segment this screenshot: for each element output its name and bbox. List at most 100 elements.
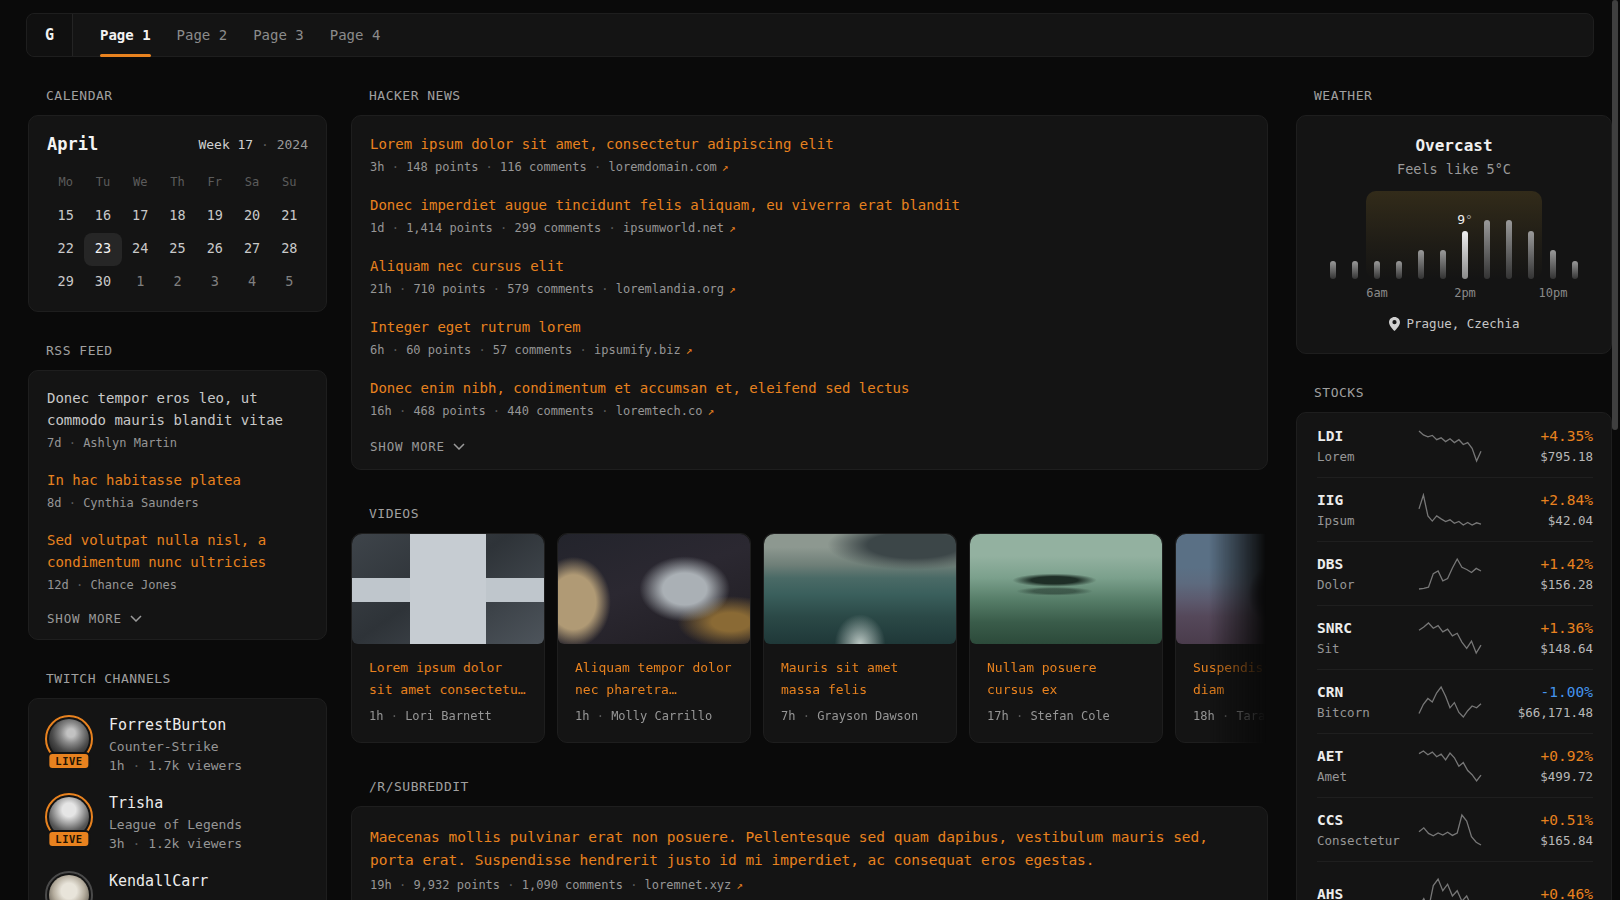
video-title[interactable]: Aliquam tempor dolor nec pharetra… (575, 657, 733, 701)
location-pin-icon (1389, 317, 1400, 331)
channel-name[interactable]: ForrestBurton (109, 715, 242, 735)
stock-change: +0.51% (1483, 811, 1593, 830)
hacker-news-widget: Lorem ipsum dolor sit amet, consectetur … (351, 115, 1268, 470)
avatar-image (49, 875, 89, 900)
rss-item-meta: 8d · Cynthia Saunders (47, 493, 308, 513)
page-tabs: Page 1 Page 2 Page 3 Page 4 (73, 14, 406, 56)
calendar-day[interactable]: 5 (271, 266, 308, 299)
stock-row[interactable]: IIGIpsum+2.84%$42.04 (1317, 477, 1593, 541)
live-badge: LIVE (47, 830, 90, 848)
calendar-day[interactable]: 26 (196, 233, 233, 266)
rss-item-title[interactable]: In hac habitasse platea (47, 469, 308, 491)
rss-item-meta: 12d · Chance Jones (47, 575, 308, 595)
reddit-post-meta: 19h · 9,932 points · 1,090 comments · lo… (370, 875, 1249, 896)
channel-viewers: 3h · 1.2k viewers (109, 834, 242, 853)
current-temp: 9° (1457, 212, 1473, 227)
channel-game: Counter-Strike (109, 737, 242, 756)
video-title[interactable]: Lorem ipsum dolor sit amet consectetu… (369, 657, 527, 701)
weekday-label: We (122, 170, 159, 198)
stock-row[interactable]: SNRCSit+1.36%$148.64 (1317, 605, 1593, 669)
calendar-day[interactable]: 16 (84, 200, 121, 233)
hn-item-meta: 3h · 148 points · 116 comments · loremdo… (370, 157, 1249, 178)
hn-item-title[interactable]: Integer eget rutrum lorem (370, 317, 1249, 338)
channel-name[interactable]: Trisha (109, 793, 242, 813)
avatar: LIVE (45, 793, 93, 841)
chevron-down-icon (453, 443, 465, 450)
twitch-widget: LIVEForrestBurtonCounter-Strike1h · 1.7k… (28, 698, 327, 900)
hn-item: Integer eget rutrum lorem6h · 60 points … (370, 317, 1249, 361)
weekday-label: Fr (196, 170, 233, 198)
calendar-day[interactable]: 25 (159, 233, 196, 266)
hn-item-meta: 6h · 60 points · 57 comments · ipsumify.… (370, 340, 1249, 361)
tab-page-2[interactable]: Page 2 (177, 14, 228, 56)
calendar-day[interactable]: 2 (159, 266, 196, 299)
video-card[interactable]: Lorem ipsum dolor sit amet consectetu… 1h… (351, 533, 545, 743)
reddit-post-title[interactable]: Maecenas mollis pulvinar erat non posuer… (370, 826, 1249, 872)
channel-name[interactable]: KendallCarr (109, 871, 208, 891)
calendar-section-label: CALENDAR (28, 89, 327, 102)
stock-row[interactable]: CRNBitcorn-1.00%$66,171.48 (1317, 669, 1593, 733)
scrollbar-thumb[interactable] (1612, 0, 1618, 430)
weather-condition: Overcast (1317, 136, 1591, 155)
video-title[interactable]: Nullam posuere cursus ex (987, 657, 1145, 701)
calendar-day[interactable]: 20 (233, 200, 270, 233)
video-title[interactable]: Mauris sit amet massa felis (781, 657, 939, 701)
twitch-channel[interactable]: LIVE Trisha League of Legends3h · 1.2k vie… (45, 793, 310, 853)
calendar-day[interactable]: 4 (233, 266, 270, 299)
stock-row[interactable]: AETAmet+0.92%$499.72 (1317, 733, 1593, 797)
calendar-day[interactable]: 18 (159, 200, 196, 233)
calendar-day[interactable]: 15 (47, 200, 84, 233)
stock-row[interactable]: AHS+0.46% (1317, 861, 1593, 900)
calendar-day[interactable]: 21 (271, 200, 308, 233)
twitch-channel[interactable]: KendallCarr (45, 871, 310, 900)
stock-row[interactable]: DBSDolor+1.42%$156.28 (1317, 541, 1593, 605)
weather-location[interactable]: Prague, Czechia (1317, 316, 1591, 331)
rss-show-more[interactable]: SHOW MORE (47, 611, 308, 626)
stock-ticker: IIG (1317, 491, 1417, 510)
video-title[interactable]: Suspendisse diam (1193, 657, 1268, 701)
calendar-day[interactable]: 1 (122, 266, 159, 299)
hn-item-title[interactable]: Lorem ipsum dolor sit amet, consectetur … (370, 134, 1249, 155)
hn-show-more[interactable]: SHOW MORE (370, 439, 1249, 454)
calendar-day[interactable]: 27 (233, 233, 270, 266)
app-logo[interactable]: G (27, 14, 73, 56)
stock-price: $499.72 (1483, 768, 1593, 785)
stock-name: Ipsum (1317, 512, 1417, 529)
calendar-day[interactable]: 24 (122, 233, 159, 266)
video-card[interactable]: Aliquam tempor dolor nec pharetra…1h · M… (557, 533, 751, 743)
calendar-day[interactable]: 28 (271, 233, 308, 266)
calendar-day[interactable]: 22 (47, 233, 84, 266)
hn-item-meta: 16h · 468 points · 440 comments · loremt… (370, 401, 1249, 422)
weekday-label: Su (271, 170, 308, 198)
tab-page-3[interactable]: Page 3 (253, 14, 304, 56)
calendar-day[interactable]: 30 (84, 266, 121, 299)
stock-row[interactable]: CCSConsectetur+0.51%$165.84 (1317, 797, 1593, 861)
hn-item-title[interactable]: Donec imperdiet augue tincidunt felis al… (370, 195, 1249, 216)
video-meta: 1h · Lori Barnett (369, 706, 527, 726)
top-bar: G Page 1 Page 2 Page 3 Page 4 (26, 13, 1594, 57)
twitch-channel[interactable]: LIVEForrestBurtonCounter-Strike1h · 1.7k… (45, 715, 310, 775)
tab-page-4[interactable]: Page 4 (330, 14, 381, 56)
calendar-day[interactable]: 23 (84, 233, 121, 266)
calendar-day[interactable]: 3 (196, 266, 233, 299)
channel-game: League of Legends (109, 815, 242, 834)
hn-items: Lorem ipsum dolor sit amet, consectetur … (370, 134, 1249, 422)
video-card[interactable]: Suspendisse diam18h · Tara (1175, 533, 1268, 743)
stock-sparkline (1417, 749, 1483, 783)
tab-page-1[interactable]: Page 1 (100, 14, 151, 56)
hn-item-title[interactable]: Donec enim nibh, condimentum et accumsan… (370, 378, 1249, 399)
live-badge: LIVE (47, 752, 90, 770)
hn-section-label: HACKER NEWS (351, 89, 1268, 102)
hn-item-title[interactable]: Aliquam nec cursus elit (370, 256, 1249, 277)
stock-sparkline (1417, 557, 1483, 591)
weekday-label: Th (159, 170, 196, 198)
video-card[interactable]: Nullam posuere cursus ex17h · Stefan Col… (969, 533, 1163, 743)
calendar-day[interactable]: 17 (122, 200, 159, 233)
calendar-day[interactable]: 29 (47, 266, 84, 299)
rss-item-title[interactable]: Sed volutpat nulla nisl, a condimentum n… (47, 529, 308, 573)
rss-item-title[interactable]: Donec tempor eros leo, ut commodo mauris… (47, 387, 308, 431)
calendar-day[interactable]: 19 (196, 200, 233, 233)
stock-row[interactable]: LDILorem+4.35%$795.18 (1317, 413, 1593, 477)
stock-name: Amet (1317, 768, 1417, 785)
video-card[interactable]: Mauris sit amet massa felis7h · Grayson … (763, 533, 957, 743)
